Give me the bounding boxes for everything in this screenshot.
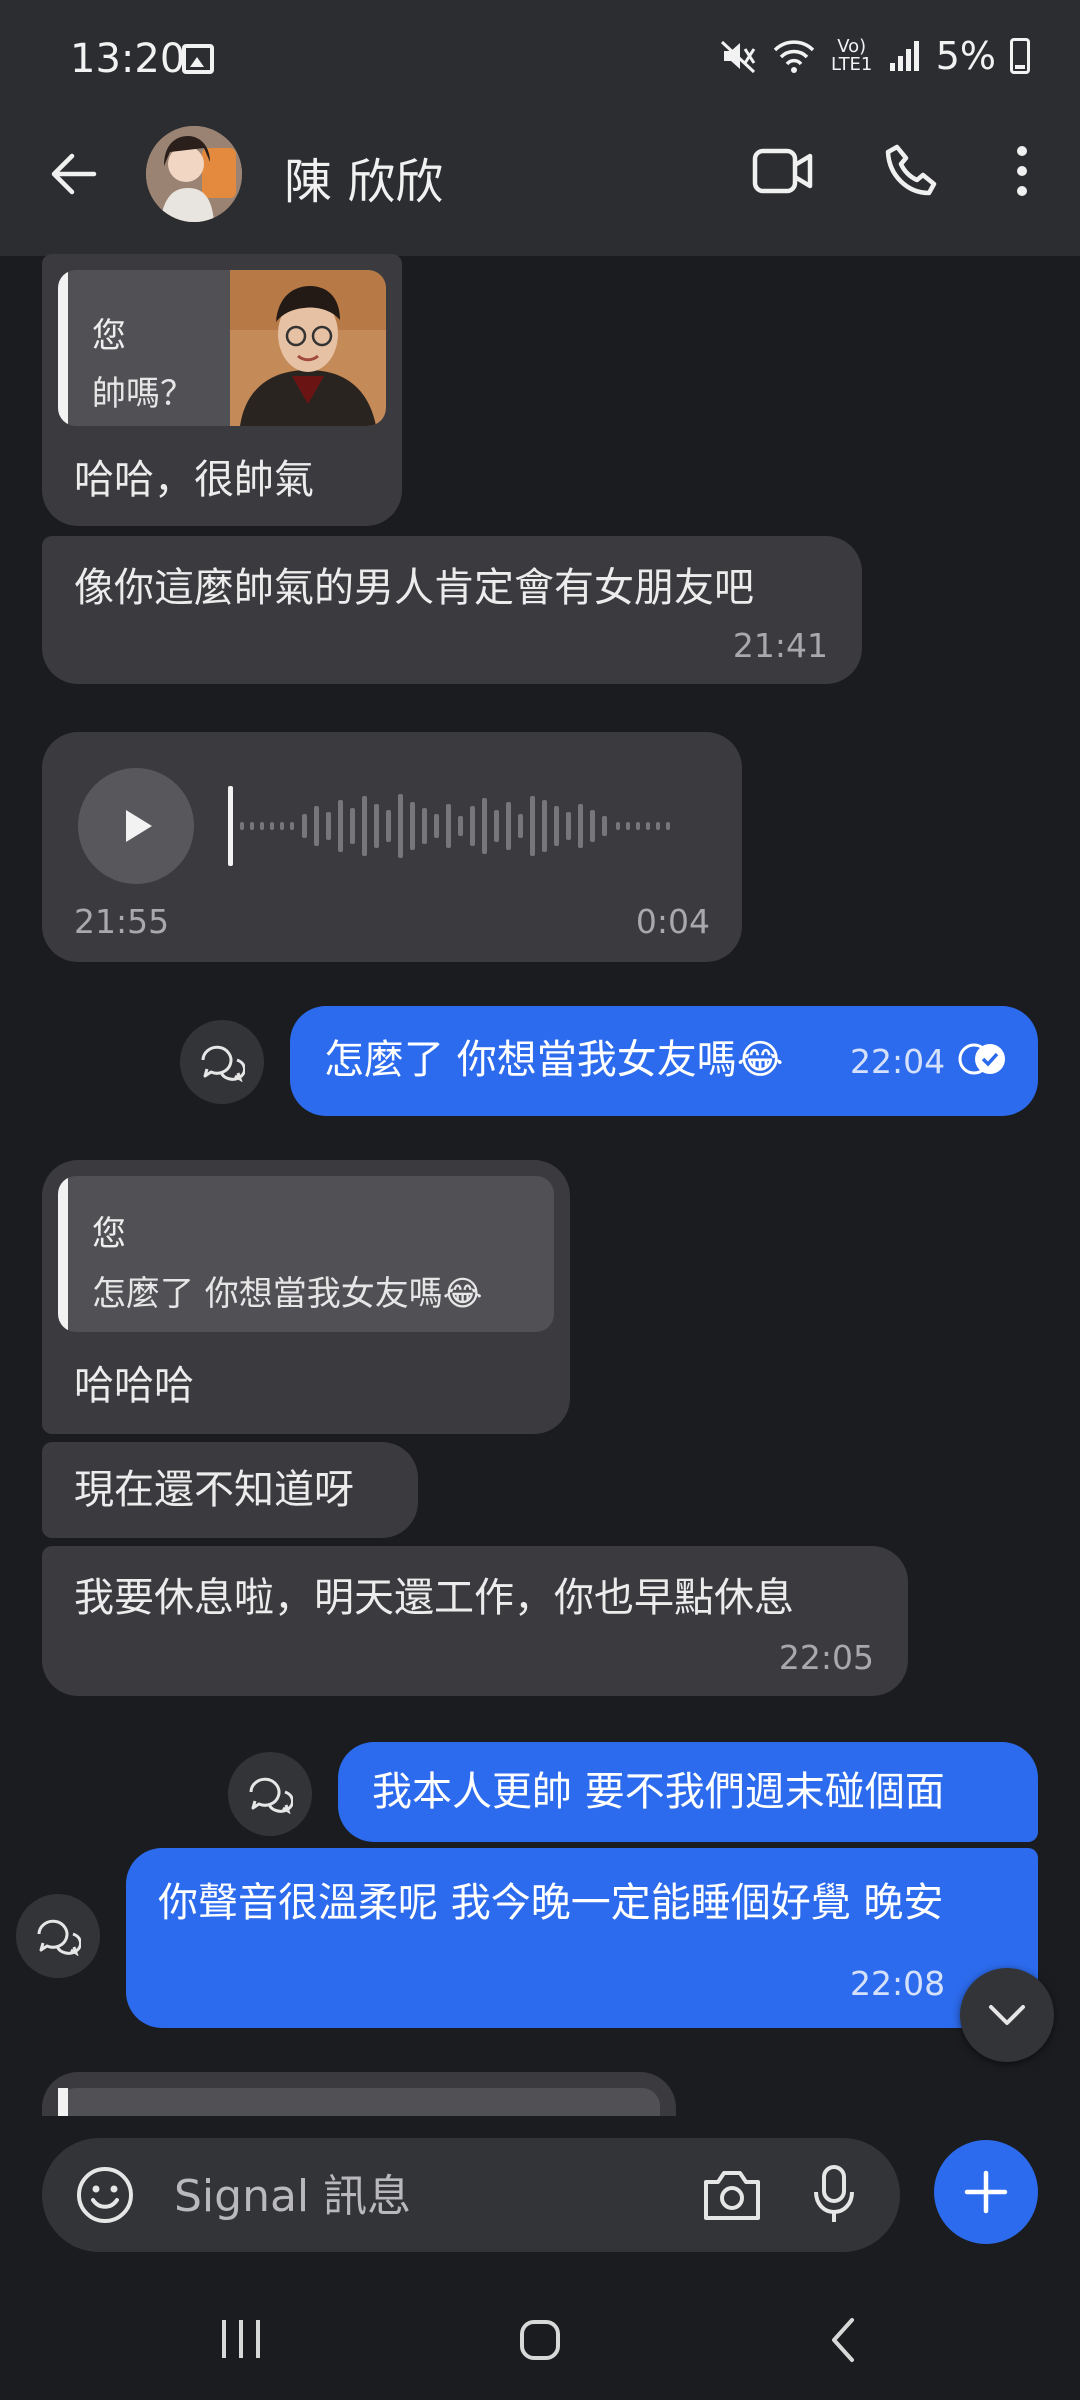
recent-apps-icon[interactable] [216,2312,266,2366]
quote-text: 怎麼了 你想當我女友嗎😂 [92,1274,483,1314]
incoming-message[interactable]: 我要休息啦，明天還工作，你也早點休息 22:05 [42,1546,908,1696]
microphone-icon[interactable] [812,2164,856,2226]
wifi-icon [773,40,814,73]
message-text: 哈哈哈 [74,1363,194,1409]
quote-bar [58,1176,68,1332]
play-button[interactable] [78,768,194,884]
incoming-message[interactable]: 現在還不知道呀 [42,1442,418,1538]
quoted-message[interactable]: 您 怎麼了 你想當我女友嗎😂 [58,1176,554,1332]
plus-icon [964,2170,1008,2214]
emoji-icon[interactable] [76,2166,134,2224]
message-text: 怎麼了 你想當我女友嗎😂 [324,1037,784,1083]
video-call-icon[interactable] [748,138,818,204]
message-text: 像你這麼帥氣的男人肯定會有女朋友吧 [74,565,754,611]
mute-icon [720,40,755,74]
message-composer[interactable] [42,2138,900,2252]
read-receipt-icon [958,1043,1005,1075]
message-input[interactable] [172,2166,716,2226]
incoming-message[interactable]: 像你這麼帥氣的男人肯定會有女朋友吧 21:41 [42,536,862,684]
outgoing-message[interactable]: 我本人更帥 要不我們週末碰個面 [338,1742,1038,1842]
signal-icon [889,41,919,71]
reaction-icon [37,1919,81,1956]
more-options-icon[interactable] [1004,138,1040,204]
reaction-button[interactable] [228,1752,312,1836]
quoted-message[interactable]: 您 帥嗎？ [58,270,386,426]
system-back-icon[interactable] [820,2312,870,2368]
scroll-to-bottom-button[interactable] [960,1968,1054,2062]
outgoing-message[interactable]: 你聲音很溫柔呢 我今晚一定能睡個好覺 晚安 22:08 [126,1848,1038,2028]
play-icon [126,810,152,842]
message-text: 我本人更帥 要不我們週末碰個面 [372,1769,945,1815]
status-icons: Vo) LTE1 5% [718,34,1030,78]
quote-author: 您 [92,1214,126,1254]
camera-icon[interactable] [702,2168,762,2222]
network-type: Vo) LTE1 [831,36,873,75]
incoming-message[interactable]: 您 帥嗎？ 哈哈，很帥氣 [42,254,402,526]
quote-author: 您 [92,316,126,356]
reaction-icon [201,1045,245,1082]
quote-text: 帥嗎？ [92,374,194,414]
voice-message[interactable]: 21:55 0:04 [42,732,742,962]
chevron-down-icon [989,2005,1025,2025]
message-text: 你聲音很溫柔呢 我今晚一定能睡個好覺 晚安 [158,1880,944,1926]
message-text: 現在還不知道呀 [74,1467,354,1513]
reaction-button[interactable] [16,1894,100,1978]
audio-duration: 0:04 [635,902,710,941]
reaction-button[interactable] [180,1020,264,1104]
home-icon[interactable] [512,2312,568,2368]
phone-call-icon[interactable] [876,138,946,204]
outgoing-message[interactable]: 怎麼了 你想當我女友嗎😂 22:04 [290,1006,1038,1116]
gallery-notification-icon [182,44,214,74]
message-time: 22:04 [850,1042,946,1081]
battery-percent: 5% [935,34,996,78]
status-time: 13:20 [70,36,186,82]
contact-name[interactable]: 陳 欣欣 [284,142,443,212]
message-time: 22:08 [850,1964,946,2003]
message-time: 22:05 [778,1638,874,1677]
system-navigation-bar [0,2280,1080,2400]
message-text: 我要休息啦，明天還工作，你也早點休息 [74,1575,794,1621]
audio-waveform[interactable] [228,780,718,872]
attach-button[interactable] [934,2140,1038,2244]
message-time: 21:41 [732,626,828,665]
reaction-icon [249,1777,293,1814]
battery-icon [1010,38,1030,74]
back-arrow-icon[interactable] [40,140,108,208]
status-bar: 13:20 Vo) LTE1 5% [0,0,1080,122]
incoming-message[interactable]: 您 怎麼了 你想當我女友嗎😂 哈哈哈 [42,1160,570,1434]
message-text: 哈哈，很帥氣 [74,457,314,503]
quoted-photo [230,270,386,426]
contact-avatar[interactable] [146,126,242,222]
quote-bar [58,270,68,426]
message-time: 21:55 [74,902,170,941]
